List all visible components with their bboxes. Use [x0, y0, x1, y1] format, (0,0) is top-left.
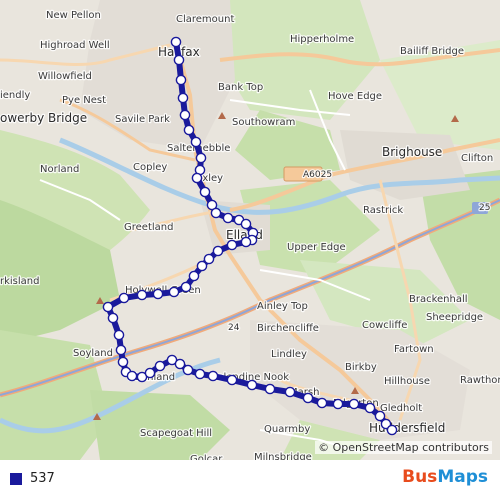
- place-label: Hipperholme: [290, 34, 354, 45]
- place-label: Upper Edge: [287, 242, 346, 253]
- place-label: Milnsbridge: [254, 452, 312, 460]
- place-label: Savile Park: [115, 114, 170, 125]
- bus-stop-marker[interactable]: [180, 281, 192, 293]
- road-number-label: 25: [479, 203, 490, 213]
- bus-stop-marker[interactable]: [348, 398, 360, 410]
- place-label: Highroad Well: [40, 40, 110, 51]
- bus-stop-marker[interactable]: [196, 260, 208, 272]
- logo-part-bus: Bus: [402, 467, 438, 487]
- bus-stop-marker[interactable]: [386, 424, 398, 436]
- bus-stop-marker[interactable]: [199, 186, 211, 198]
- place-label: Fartown: [394, 344, 434, 355]
- bus-stop-marker[interactable]: [174, 358, 186, 370]
- place-label: Hove Edge: [328, 91, 382, 102]
- bus-stop-marker[interactable]: [175, 74, 187, 86]
- place-label: Birchencliffe: [257, 323, 319, 334]
- place-label: Clifton: [461, 153, 493, 164]
- bus-stop-marker[interactable]: [118, 292, 130, 304]
- bus-stop-marker[interactable]: [113, 329, 125, 341]
- logo-part-maps: Maps: [437, 467, 488, 487]
- bus-stop-marker[interactable]: [136, 289, 148, 301]
- place-label: Greetland: [124, 222, 173, 233]
- place-label: Birkby: [345, 362, 377, 373]
- place-label: Quarmby: [264, 424, 310, 435]
- bus-stop-marker[interactable]: [190, 136, 202, 148]
- bus-stop-marker[interactable]: [107, 312, 119, 324]
- road-number-label: A6025: [303, 170, 332, 180]
- place-label: Lindley: [271, 349, 307, 360]
- place-label: Copley: [133, 162, 167, 173]
- bus-stop-marker[interactable]: [168, 286, 180, 298]
- place-label: Cowcliffe: [362, 320, 407, 331]
- place-label: Claremount: [176, 14, 234, 25]
- bus-stop-marker[interactable]: [222, 212, 234, 224]
- bus-stop-marker[interactable]: [154, 360, 166, 372]
- place-label: Hillhouse: [384, 376, 430, 387]
- bus-stop-marker[interactable]: [246, 379, 258, 391]
- busmaps-logo[interactable]: BusMaps: [402, 467, 488, 487]
- bus-stop-marker[interactable]: [203, 253, 215, 265]
- place-label: Brackenhall: [409, 294, 468, 305]
- map-attribution[interactable]: © OpenStreetMap contributors: [315, 441, 492, 454]
- bus-stop-marker[interactable]: [102, 301, 114, 313]
- road-number-label: 24: [228, 323, 240, 333]
- bus-stop-marker[interactable]: [374, 410, 386, 422]
- place-label: iendly: [0, 90, 30, 101]
- bus-stop-marker[interactable]: [177, 92, 189, 104]
- bus-stop-marker[interactable]: [264, 383, 276, 395]
- route-color-swatch: [10, 473, 22, 485]
- bus-stop-marker[interactable]: [126, 370, 138, 382]
- bus-stop-marker[interactable]: [195, 152, 207, 164]
- place-label: Bailiff Bridge: [400, 46, 464, 57]
- place-label: Rawthorpe: [460, 375, 500, 386]
- bus-stop-marker[interactable]: [183, 124, 195, 136]
- route-number-label: 537: [30, 471, 55, 486]
- place-label: rkisland: [0, 276, 39, 287]
- bus-stop-marker[interactable]: [117, 356, 129, 368]
- bus-stop-marker[interactable]: [284, 386, 296, 398]
- bus-stop-marker[interactable]: [332, 398, 344, 410]
- place-label: New Pellon: [46, 10, 101, 21]
- place-label: Rastrick: [363, 205, 403, 216]
- place-label: Norland: [40, 164, 79, 175]
- bus-stop-marker[interactable]: [144, 367, 156, 379]
- place-label: owerby Bridge: [0, 111, 87, 125]
- bus-stop-marker[interactable]: [170, 36, 182, 48]
- place-label: Bank Top: [218, 82, 263, 93]
- map[interactable]: New Pellon Claremount Highroad Well Halifax…: [0, 0, 500, 460]
- place-label: Pye Nest: [62, 95, 106, 106]
- map-canvas[interactable]: New Pellon ClaremountHighroad Well Halifax…: [0, 0, 500, 460]
- bus-stop-marker[interactable]: [226, 239, 238, 251]
- place-label: Ainley Top: [257, 301, 308, 312]
- bus-stop-marker[interactable]: [182, 364, 194, 376]
- bus-stop-marker[interactable]: [364, 402, 376, 414]
- bus-stop-marker[interactable]: [194, 368, 206, 380]
- bus-stop-marker[interactable]: [179, 109, 191, 121]
- place-label: Southowram: [232, 117, 295, 128]
- bus-stop-marker[interactable]: [316, 397, 328, 409]
- place-label: Willowfield: [38, 71, 92, 82]
- bus-stop-marker[interactable]: [210, 207, 222, 219]
- bus-stop-marker[interactable]: [302, 392, 314, 404]
- bus-stop-marker[interactable]: [226, 374, 238, 386]
- place-label: Huddersfield: [369, 421, 445, 435]
- bus-stop-marker[interactable]: [173, 54, 185, 66]
- bus-stop-marker[interactable]: [212, 245, 224, 257]
- bus-stop-marker[interactable]: [207, 370, 219, 382]
- place-label: Gledholt: [380, 403, 422, 414]
- bus-stop-marker[interactable]: [240, 236, 252, 248]
- bus-stop-marker[interactable]: [240, 218, 252, 230]
- place-label: Sheepridge: [426, 312, 483, 323]
- place-label: Scapegoat Hill: [140, 428, 212, 439]
- bus-stop-marker[interactable]: [115, 344, 127, 356]
- place-label: Soyland: [73, 348, 113, 359]
- place-label: Brighouse: [382, 145, 442, 159]
- bus-stop-marker[interactable]: [188, 270, 200, 282]
- bus-stop-marker[interactable]: [191, 172, 203, 184]
- bus-stop-marker[interactable]: [152, 288, 164, 300]
